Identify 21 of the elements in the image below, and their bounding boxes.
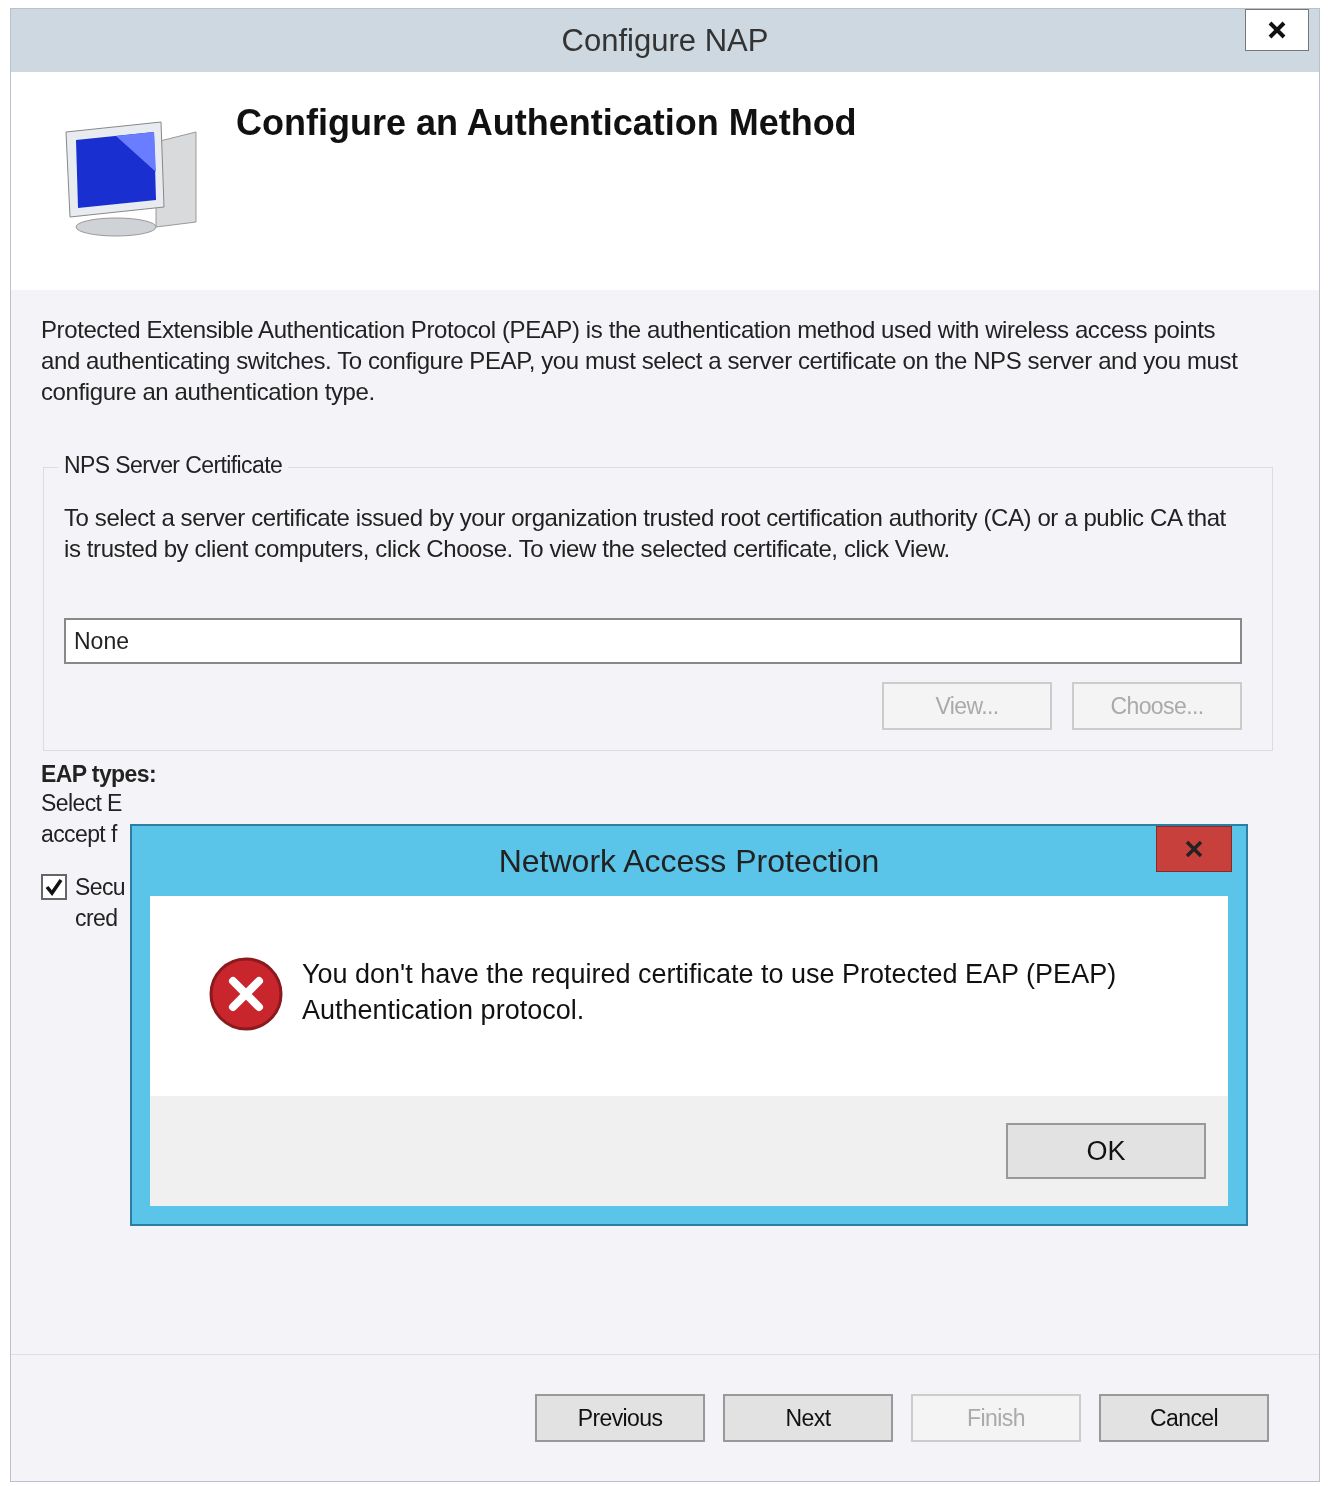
checkbox-label: cred: [75, 904, 119, 933]
error-message: You don't have the required certificate to use Protected EAP (PEAP) Authentication protocol.: [302, 958, 1118, 1027]
certificate-help-text: To select a server certificate issued by your organization trusted root certification authority (CA) or a public CA that is trusted by client computers, click Choose. To view the selected certificate, click View.: [64, 503, 1227, 564]
window-title: Configure NAP: [561, 22, 769, 59]
close-icon: [1266, 19, 1288, 41]
dialog-title: Network Access Protection: [498, 842, 880, 880]
checkbox[interactable]: [41, 874, 67, 900]
ok-button[interactable]: OK: [1006, 1123, 1206, 1179]
wizard-button[interactable]: Next: [723, 1394, 893, 1442]
error-icon: [208, 956, 284, 1032]
close-button[interactable]: [1245, 9, 1309, 51]
close-icon: [1184, 839, 1204, 859]
eap-types-label: EAP types:: [41, 761, 157, 788]
checkbox-label: Secu: [75, 873, 126, 902]
description-text: Protected Extensible Authentication Protocol (PEAP) is the authentication method used with wireless access points and authenticating switches. To configure PEAP, you must select a server certificate on the NPS server and you must configure an authentication type.: [41, 315, 1239, 407]
page-heading: Configure an Authentication Method: [236, 102, 857, 144]
wizard-button[interactable]: Previous: [535, 1394, 705, 1442]
eap-help-text: Select E: [41, 789, 122, 818]
wizard-button[interactable]: Cancel: [1099, 1394, 1269, 1442]
eap-help-text: accept f: [41, 820, 117, 849]
certificate-field[interactable]: None: [64, 618, 1242, 664]
